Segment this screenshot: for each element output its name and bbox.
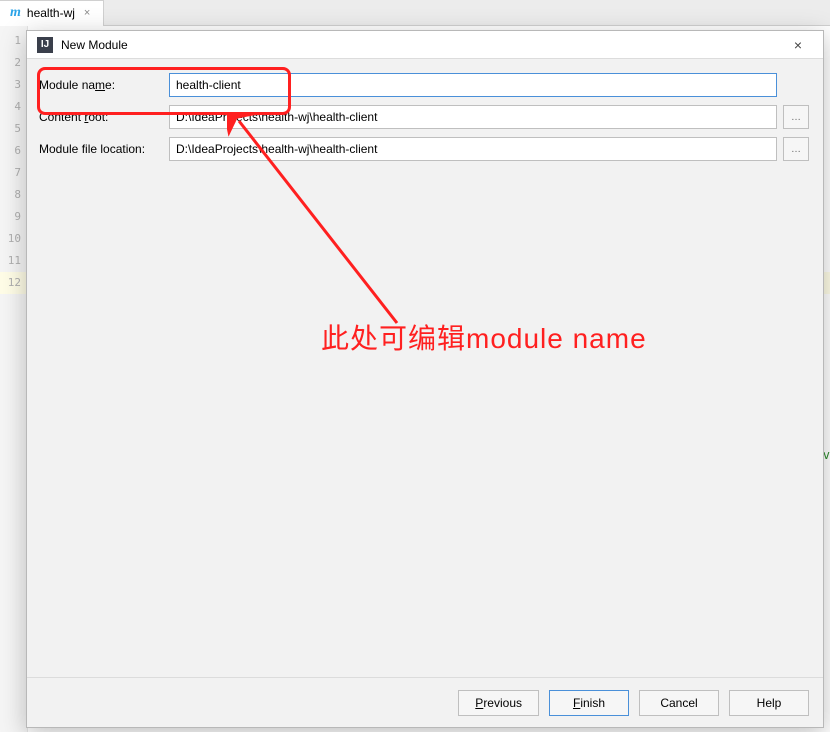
editor-background: m health-wj × 1 2 3 4 5 6 7 8 9 10 11 12… [0, 0, 830, 732]
module-file-location-browse-button[interactable]: … [783, 137, 809, 161]
line-number: 11 [0, 250, 27, 272]
line-number: 8 [0, 184, 27, 206]
editor-tab-health-wj[interactable]: m health-wj × [0, 0, 104, 26]
finish-button[interactable]: Finish [549, 690, 629, 716]
line-number: 5 [0, 118, 27, 140]
editor-tab-bar: m health-wj × [0, 0, 830, 26]
intellij-icon: IJ [37, 37, 53, 53]
line-number: 12 [0, 272, 27, 294]
line-number: 4 [0, 96, 27, 118]
line-number: 1 [0, 30, 27, 52]
line-number: 6 [0, 140, 27, 162]
line-number: 2 [0, 52, 27, 74]
maven-icon: m [10, 5, 21, 21]
line-number: 9 [0, 206, 27, 228]
content-root-browse-button[interactable]: … [783, 105, 809, 129]
dialog-title: New Module [61, 38, 783, 52]
dialog-content: Module name: Content root: … Module file… [27, 59, 823, 677]
module-name-input[interactable] [169, 73, 777, 97]
line-number: 10 [0, 228, 27, 250]
module-file-location-input[interactable] [169, 137, 777, 161]
close-icon[interactable]: × [783, 35, 813, 55]
annotation-text: 此处可编辑module name [321, 317, 647, 357]
cancel-button[interactable]: Cancel [639, 690, 719, 716]
help-button[interactable]: Help [729, 690, 809, 716]
tab-label: health-wj [27, 6, 75, 20]
dialog-title-bar[interactable]: IJ New Module × [27, 31, 823, 59]
line-number: 3 [0, 74, 27, 96]
dialog-button-bar: Previous Finish Cancel Help [27, 677, 823, 727]
module-file-location-label: Module file location: [39, 142, 163, 156]
form-grid: Module name: Content root: … Module file… [39, 73, 811, 161]
new-module-dialog: IJ New Module × Module name: Content roo… [26, 30, 824, 728]
line-number-gutter: 1 2 3 4 5 6 7 8 9 10 11 12 [0, 26, 28, 732]
module-name-label: Module name: [39, 78, 163, 92]
line-number: 7 [0, 162, 27, 184]
close-icon[interactable]: × [81, 7, 93, 19]
content-root-input[interactable] [169, 105, 777, 129]
previous-button[interactable]: Previous [458, 690, 539, 716]
content-root-label: Content root: [39, 110, 163, 124]
